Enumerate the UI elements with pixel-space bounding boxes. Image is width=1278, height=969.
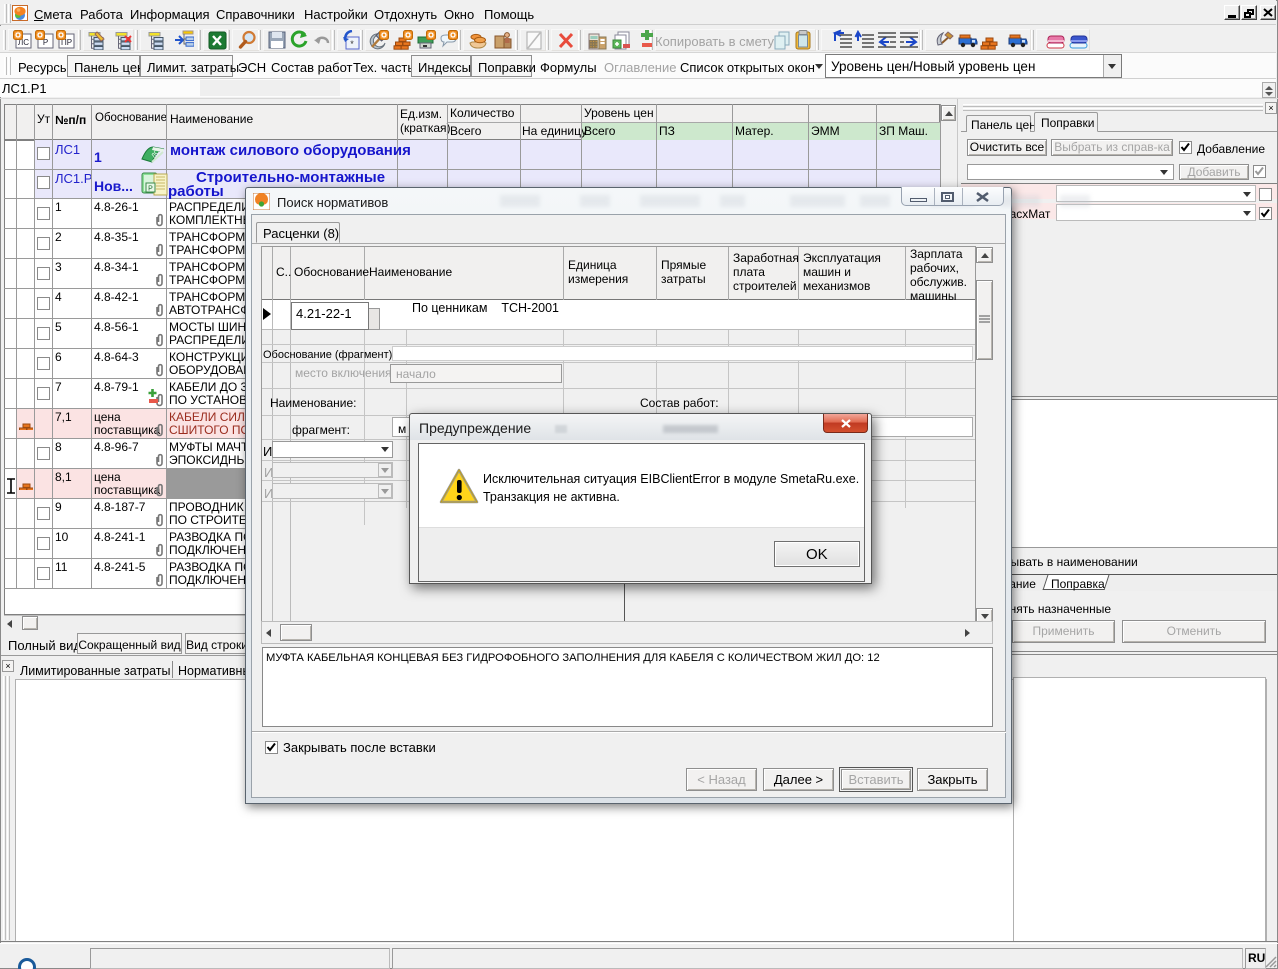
svg-text:P: P (148, 186, 153, 193)
svg-text:*: * (350, 39, 354, 49)
